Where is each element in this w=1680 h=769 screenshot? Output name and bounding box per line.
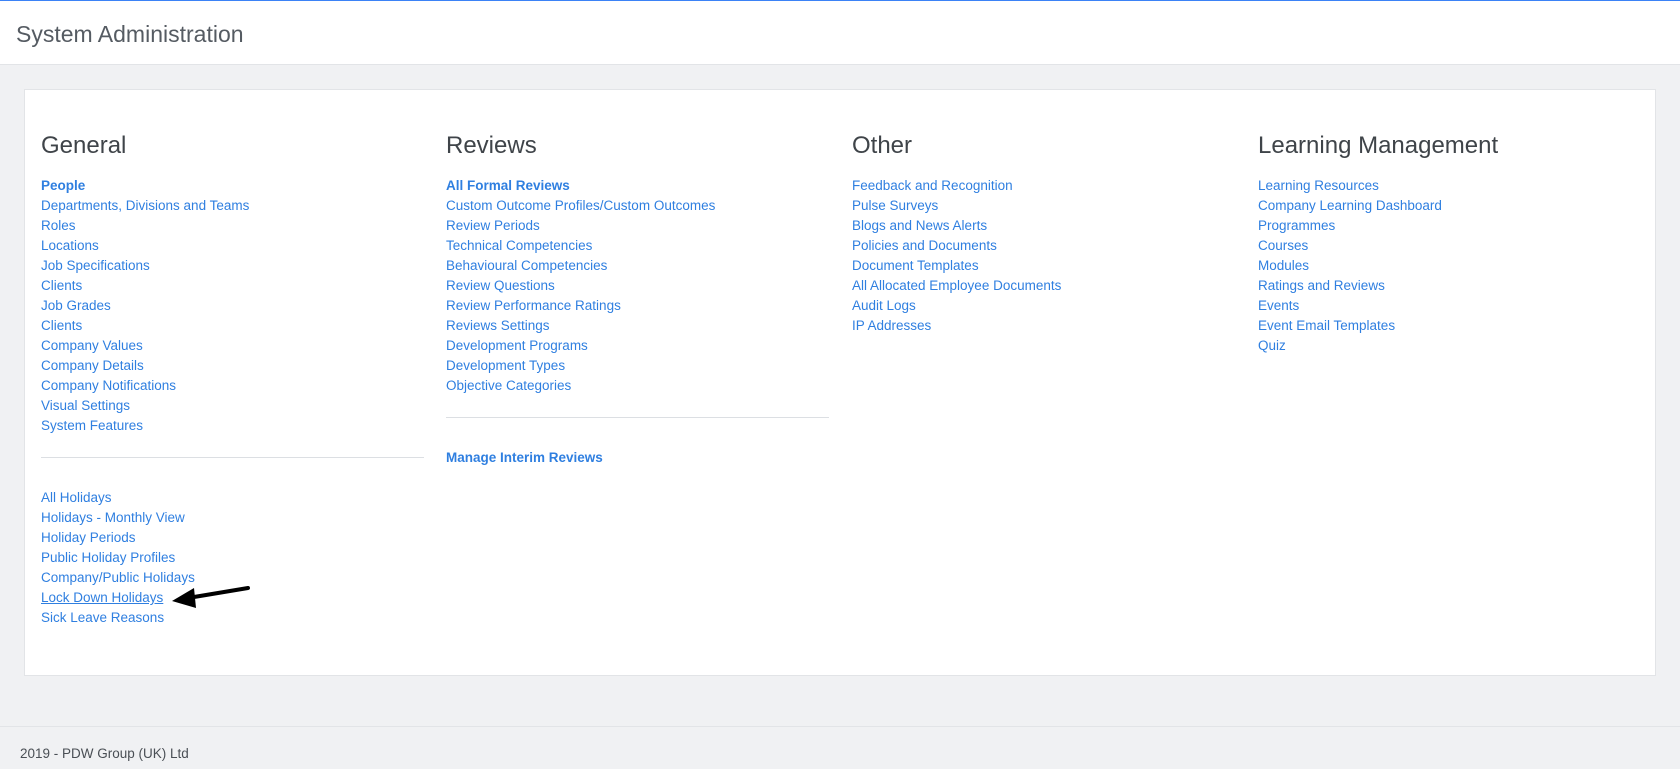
link-company-notifications[interactable]: Company Notifications [41,378,176,393]
link-people[interactable]: People [41,178,85,193]
link-public-holiday-profiles[interactable]: Public Holiday Profiles [41,550,175,565]
link-clients-2[interactable]: Clients [41,318,82,333]
top-bar: System Administration [0,0,1680,65]
footer-copyright: 2019 - PDW Group (UK) Ltd [20,746,189,761]
heading-general: General [41,132,127,159]
holiday-link-list: All Holidays Holidays - Monthly View Hol… [41,488,425,628]
general-link-list: People Departments, Divisions and Teams … [41,176,425,436]
link-policies-documents[interactable]: Policies and Documents [852,238,997,253]
divider-general [41,457,424,458]
link-custom-outcome-profiles[interactable]: Custom Outcome Profiles/Custom Outcomes [446,198,715,213]
admin-panel: General People Departments, Divisions an… [24,89,1656,676]
learning-link-list: Learning Resources Company Learning Dash… [1258,176,1642,356]
link-development-types[interactable]: Development Types [446,358,565,373]
heading-other: Other [852,132,913,159]
heading-learning-management: Learning Management [1258,132,1499,159]
link-all-holidays[interactable]: All Holidays [41,490,112,505]
link-technical-competencies[interactable]: Technical Competencies [446,238,592,253]
link-holiday-periods[interactable]: Holiday Periods [41,530,136,545]
link-holidays-monthly-view[interactable]: Holidays - Monthly View [41,510,185,525]
link-courses[interactable]: Courses [1258,238,1308,253]
pointer-arrow-icon [168,586,252,608]
link-quiz[interactable]: Quiz [1258,338,1286,353]
link-blogs-news-alerts[interactable]: Blogs and News Alerts [852,218,987,233]
link-sick-leave-reasons[interactable]: Sick Leave Reasons [41,610,164,625]
page-title: System Administration [16,21,244,47]
link-pulse-surveys[interactable]: Pulse Surveys [852,198,938,213]
link-behavioural-competencies[interactable]: Behavioural Competencies [446,258,607,273]
link-roles[interactable]: Roles [41,218,76,233]
link-programmes[interactable]: Programmes [1258,218,1335,233]
link-review-periods[interactable]: Review Periods [446,218,540,233]
reviews-link-list: All Formal Reviews Custom Outcome Profil… [446,176,830,396]
column-learning-management: Learning Management Learning Resources C… [1258,132,1642,356]
link-document-templates[interactable]: Document Templates [852,258,979,273]
other-link-list: Feedback and Recognition Pulse Surveys B… [852,176,1236,336]
link-visual-settings[interactable]: Visual Settings [41,398,130,413]
link-review-questions[interactable]: Review Questions [446,278,555,293]
link-job-grades[interactable]: Job Grades [41,298,111,313]
link-company-details[interactable]: Company Details [41,358,144,373]
link-clients[interactable]: Clients [41,278,82,293]
column-other: Other Feedback and Recognition Pulse Sur… [852,132,1236,336]
link-audit-logs[interactable]: Audit Logs [852,298,916,313]
link-system-features[interactable]: System Features [41,418,143,433]
link-company-learning-dashboard[interactable]: Company Learning Dashboard [1258,198,1442,213]
link-ratings-and-reviews[interactable]: Ratings and Reviews [1258,278,1385,293]
interim-link-list: Manage Interim Reviews [446,448,830,468]
column-reviews: Reviews All Formal Reviews Custom Outcom… [446,132,830,468]
link-all-allocated-employee-documents[interactable]: All Allocated Employee Documents [852,278,1061,293]
link-reviews-settings[interactable]: Reviews Settings [446,318,550,333]
link-development-programs[interactable]: Development Programs [446,338,588,353]
link-review-performance-ratings[interactable]: Review Performance Ratings [446,298,621,313]
link-events[interactable]: Events [1258,298,1299,313]
link-event-email-templates[interactable]: Event Email Templates [1258,318,1395,333]
column-general: General People Departments, Divisions an… [41,132,425,628]
link-job-specifications[interactable]: Job Specifications [41,258,150,273]
link-company-values[interactable]: Company Values [41,338,143,353]
link-departments-divisions-teams[interactable]: Departments, Divisions and Teams [41,198,249,213]
link-learning-resources[interactable]: Learning Resources [1258,178,1379,193]
divider-reviews [446,417,829,418]
link-lock-down-holidays[interactable]: Lock Down Holidays [41,590,163,605]
link-feedback-recognition[interactable]: Feedback and Recognition [852,178,1013,193]
link-modules[interactable]: Modules [1258,258,1309,273]
link-manage-interim-reviews[interactable]: Manage Interim Reviews [446,450,603,465]
link-all-formal-reviews[interactable]: All Formal Reviews [446,178,570,193]
footer: 2019 - PDW Group (UK) Ltd [0,726,1680,769]
link-ip-addresses[interactable]: IP Addresses [852,318,931,333]
heading-reviews: Reviews [446,132,537,159]
link-objective-categories[interactable]: Objective Categories [446,378,571,393]
link-locations[interactable]: Locations [41,238,99,253]
